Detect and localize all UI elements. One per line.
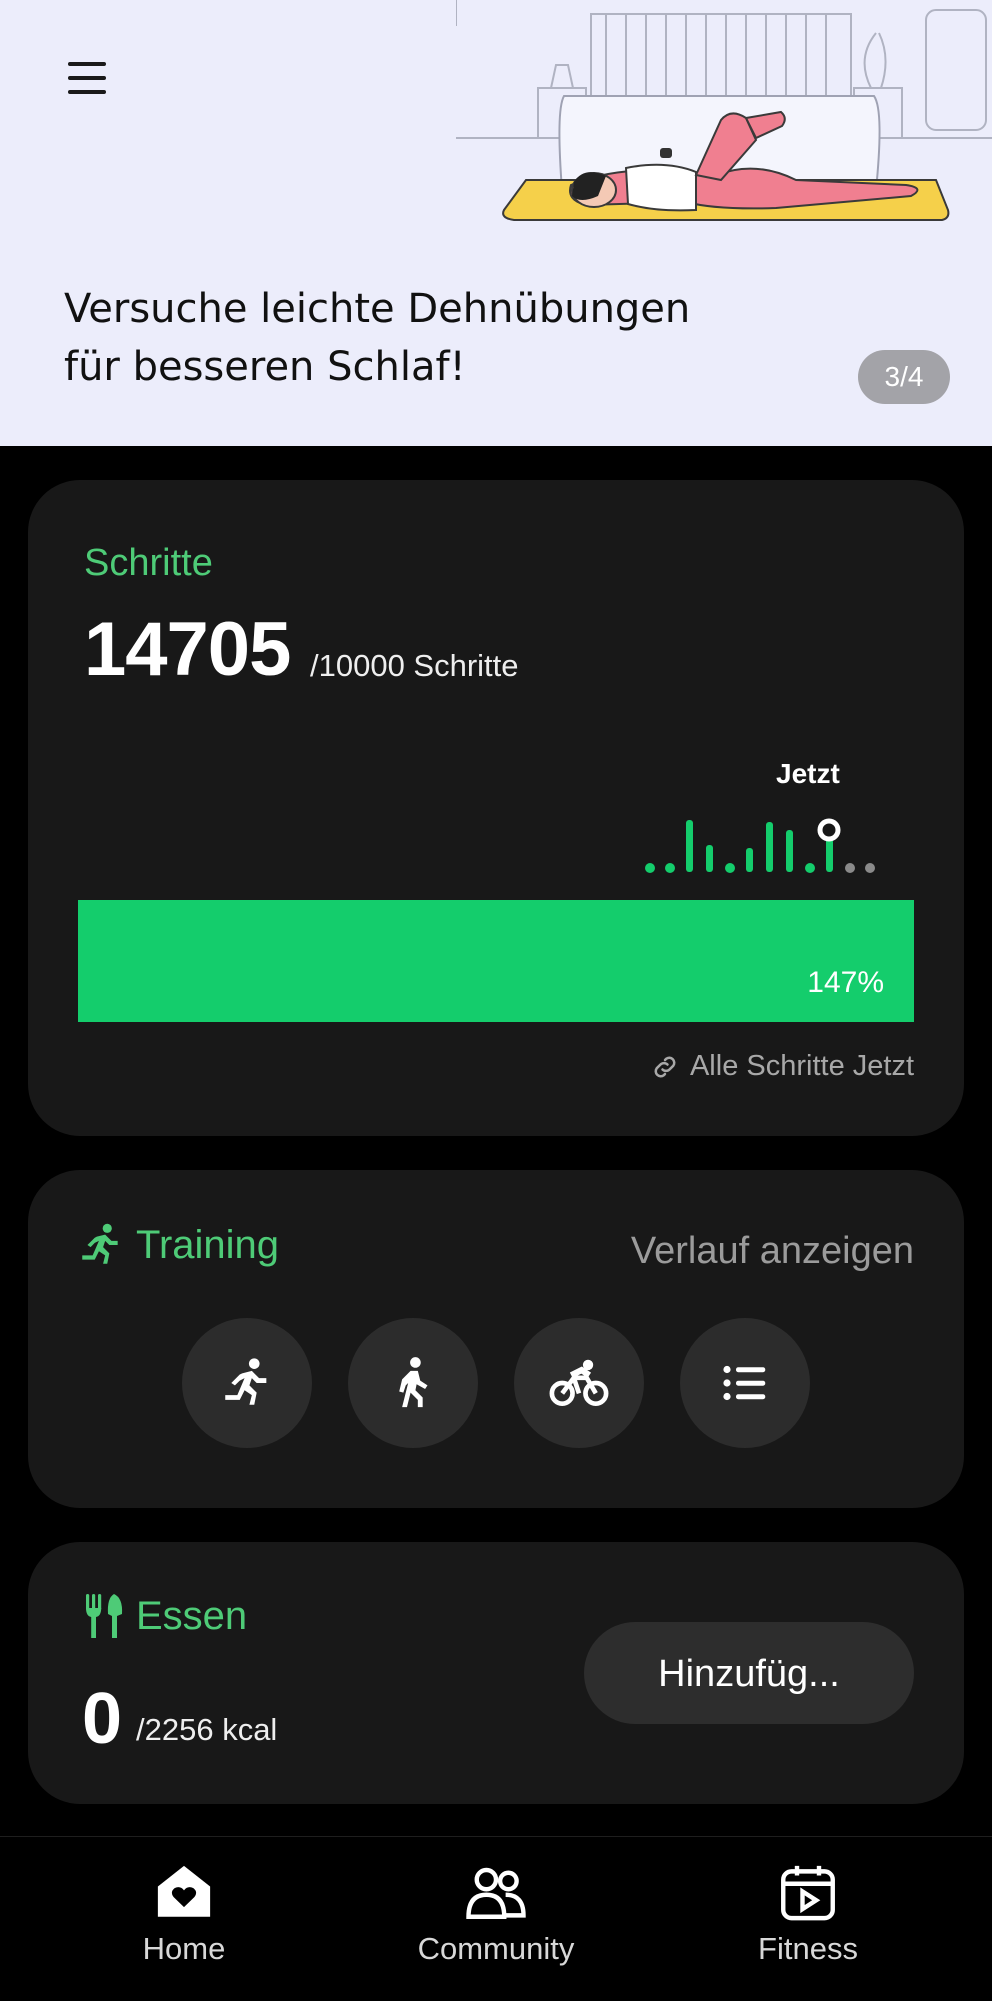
add-food-button[interactable]: Hinzufüg... [584,1622,914,1724]
page-indicator: 3/4 [858,350,950,404]
tip-title-line-2: für besseren Schlaf! [64,344,466,390]
bottom-navigation: Home Community Fitness [0,1836,992,2001]
all-steps-link[interactable]: Alle Schritte Jetzt [650,1050,914,1083]
nav-home-label: Home [142,1931,226,1966]
nav-fitness[interactable]: Fitness [698,1859,918,1989]
nav-community-label: Community [417,1931,575,1966]
fitness-icon [781,1865,835,1921]
steps-progress-bar: 147% [78,900,914,1022]
cycling-icon [549,1359,609,1406]
food-title: Essen [136,1593,248,1638]
community-icon [466,1867,526,1919]
running-icon [225,1358,267,1405]
calories-goal: /2256 kcal [136,1712,278,1747]
nav-home[interactable]: Home [74,1859,294,1989]
food-header: Essen [84,1592,247,1640]
running-icon [82,1223,118,1264]
training-title: Training [136,1222,280,1267]
walking-icon [399,1357,428,1408]
training-header: Training [76,1220,279,1270]
steps-progress-fill [78,900,914,1022]
fork-knife-icon [86,1594,123,1638]
tip-title: Versuche leichte Dehnübungen für bessere… [64,280,764,396]
home-icon [157,1865,211,1917]
all-steps-label: Alle Schritte Jetzt [689,1050,914,1082]
tip-title-line-1: Versuche leichte Dehnübungen [64,286,691,332]
steps-title: Schritte [84,542,213,584]
walking-workout-button[interactable] [348,1318,478,1448]
link-icon [654,1056,676,1077]
view-history-link[interactable]: Verlauf anzeigen [631,1230,914,1273]
menu-icon[interactable] [64,54,112,102]
tips-banner[interactable]: Versuche leichte Dehnübungen für bessere… [0,0,992,446]
calories-value: 0 [82,1679,123,1759]
hourly-steps-chart [645,818,875,873]
steps-progress-percent: 147% [807,966,884,999]
steps-goal: /10000 Schritte [310,648,519,683]
steps-card[interactable]: Schritte 14705 /10000 Schritte Jetzt 147… [28,480,964,1136]
food-card[interactable]: Essen 0 /2256 kcal Hinzufüg... [28,1542,964,1804]
running-workout-button[interactable] [182,1318,312,1448]
list-icon [723,1365,766,1401]
nav-community[interactable]: Community [386,1859,606,1989]
stretching-illustration [456,0,992,221]
cycling-workout-button[interactable] [514,1318,644,1448]
nav-fitness-label: Fitness [758,1931,858,1966]
more-workouts-button[interactable] [680,1318,810,1448]
steps-value: 14705 [84,607,291,692]
training-card[interactable]: Training Verlauf anzeigen [28,1170,964,1508]
